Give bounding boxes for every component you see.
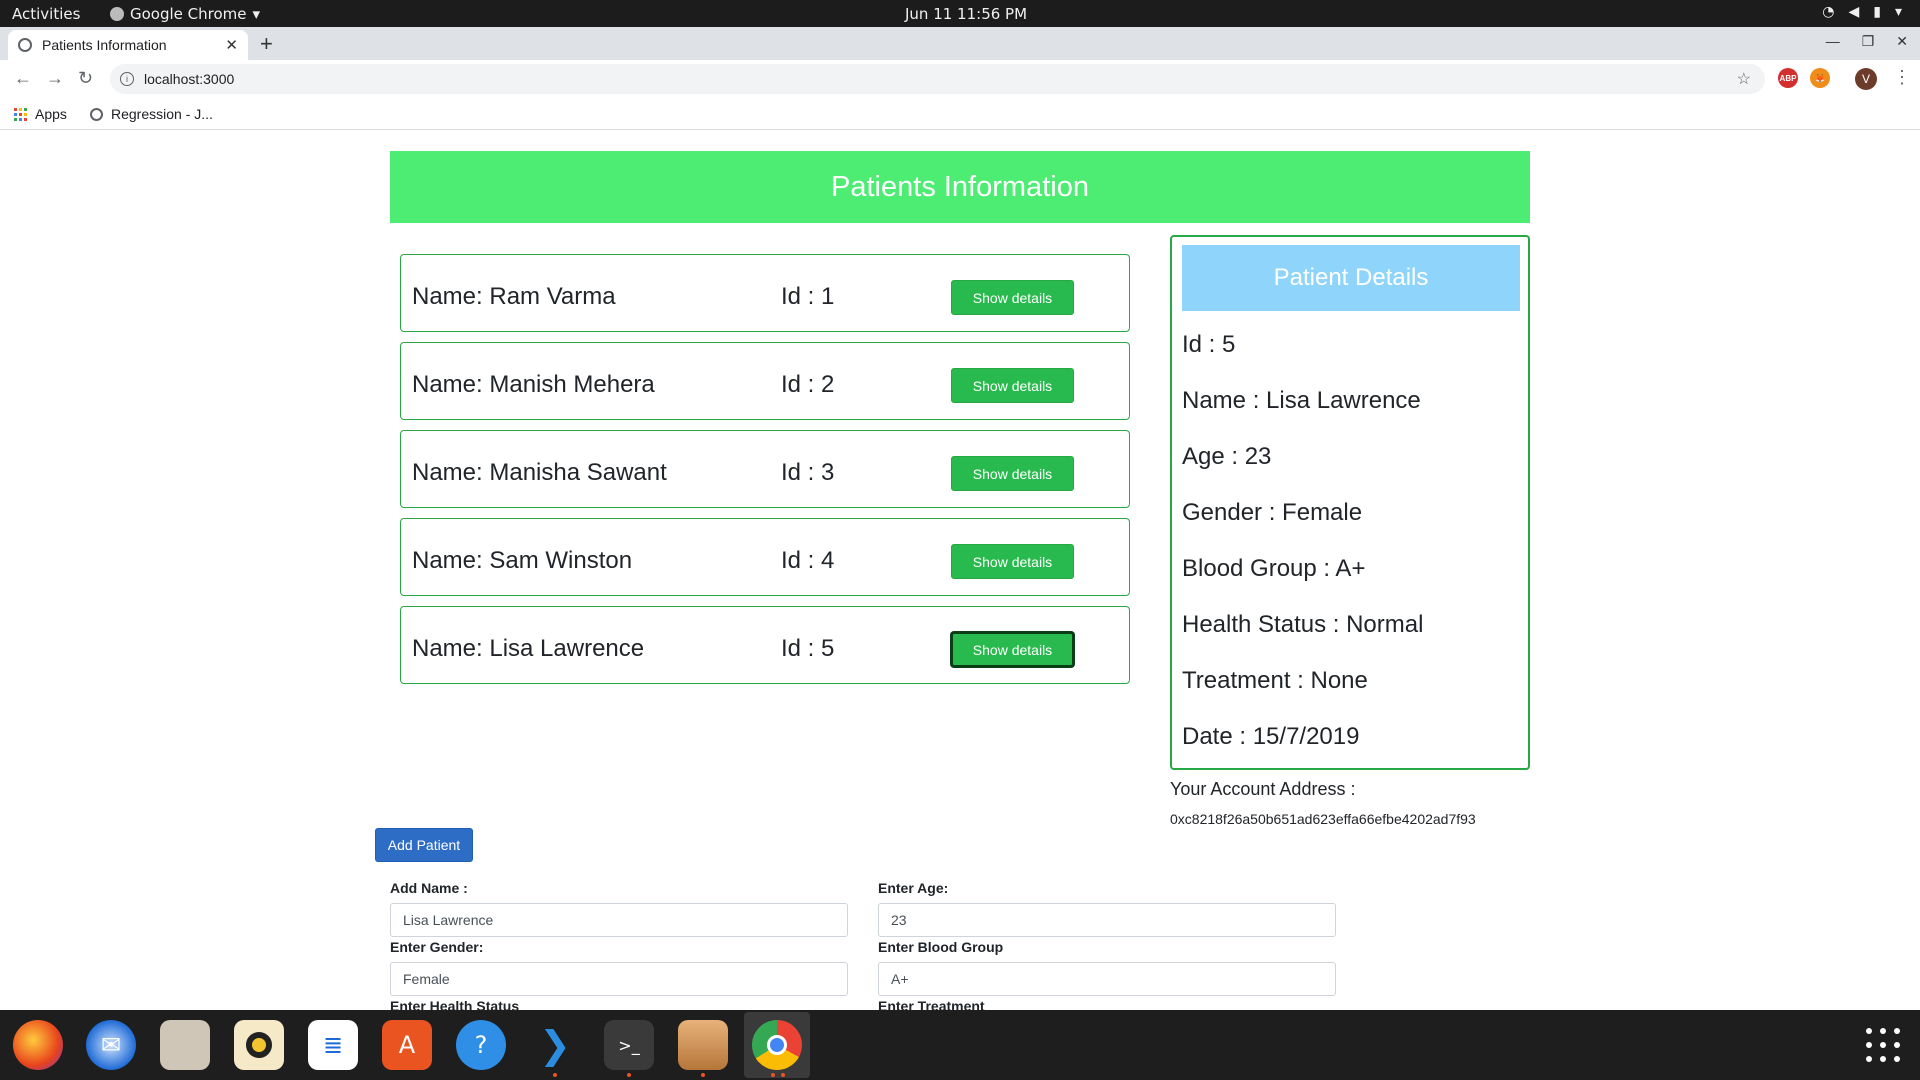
detail-id: Id : 5: [1182, 331, 1236, 358]
bookmark-label: Apps: [35, 106, 67, 122]
app-menu[interactable]: Google Chrome ▾: [110, 5, 260, 23]
close-window-icon[interactable]: ✕: [1896, 33, 1908, 50]
detail-gender: Gender : Female: [1182, 499, 1363, 526]
health-status-label: Enter Health Status: [390, 998, 520, 1010]
thunderbird-icon[interactable]: ✉: [86, 1020, 136, 1070]
back-arrow-icon[interactable]: ←: [14, 68, 32, 89]
files-icon[interactable]: [160, 1020, 210, 1070]
chevron-down-icon: ▾: [252, 5, 261, 23]
account-address-label: Your Account Address :: [1170, 779, 1356, 799]
show-applications-icon[interactable]: [1866, 1028, 1900, 1062]
show-details-button[interactable]: Show details: [951, 368, 1074, 403]
help-icon[interactable]: ?: [456, 1020, 506, 1070]
patient-name: Name: Ram Varma: [412, 283, 616, 310]
detail-date: Date : 15/7/2019: [1182, 723, 1360, 750]
name-field[interactable]: [390, 903, 848, 937]
name-label: Add Name :: [390, 880, 468, 896]
patient-name: Name: Manisha Sawant: [412, 459, 667, 486]
tab-title: Patients Information: [42, 37, 167, 53]
reload-icon[interactable]: ↻: [78, 68, 93, 89]
show-details-button[interactable]: Show details: [951, 632, 1074, 667]
patient-name: Name: Sam Winston: [412, 547, 633, 574]
chrome-icon[interactable]: [752, 1020, 802, 1070]
bookmarks-bar: Apps Regression - J...: [0, 98, 1920, 130]
show-details-button[interactable]: Show details: [951, 544, 1074, 579]
wifi-icon: ◔: [1822, 4, 1835, 20]
chevron-down-icon: ▾: [1894, 4, 1902, 20]
dock: ✉ ≣ A ? ❯ >_: [0, 1010, 1920, 1080]
chrome-small-icon: [110, 7, 124, 21]
minimize-icon[interactable]: —: [1826, 33, 1840, 50]
forward-arrow-icon[interactable]: →: [46, 68, 64, 89]
system-top-bar: Activities Google Chrome ▾ Jun 11 11:56 …: [0, 0, 1920, 27]
add-patient-button[interactable]: Add Patient: [375, 828, 473, 862]
globe-icon: [90, 107, 103, 121]
url-text: localhost:3000: [144, 71, 235, 87]
patient-id: Id : 4: [781, 547, 835, 574]
patient-card: Name: Manisha Sawant Id : 3 Show details: [400, 430, 1130, 508]
tab-patients-information[interactable]: Patients Information ✕: [8, 30, 248, 60]
system-tray[interactable]: ◔ ◀ ▮ ▾: [1822, 4, 1902, 20]
patient-id: Id : 5: [781, 635, 835, 662]
software-icon[interactable]: A: [382, 1020, 432, 1070]
battery-icon: ▮: [1873, 4, 1881, 20]
clock[interactable]: Jun 11 11:56 PM: [905, 5, 1027, 23]
treatment-label: Enter Treatment: [878, 998, 985, 1010]
detail-age: Age : 23: [1182, 443, 1272, 470]
patient-details-panel: Patient Details Id : 5 Name : Lisa Lawre…: [1170, 235, 1530, 770]
app-menu-label: Google Chrome: [130, 5, 247, 23]
close-icon[interactable]: ✕: [225, 36, 238, 54]
show-details-button[interactable]: Show details: [951, 456, 1074, 491]
globe-icon: [18, 38, 32, 52]
detail-name: Name : Lisa Lawrence: [1182, 387, 1421, 414]
age-label: Enter Age:: [878, 880, 949, 896]
page-content: Patients Information Name: Ram Varma Id …: [0, 131, 1920, 1010]
patient-card: Name: Manish Mehera Id : 2 Show details: [400, 342, 1130, 420]
bookmark-apps[interactable]: Apps: [14, 106, 67, 122]
show-details-button[interactable]: Show details: [951, 280, 1074, 315]
account-address-value: 0xc8218f26a50b651ad623effa66efbe4202ad7f…: [1170, 811, 1476, 827]
browser-toolbar: ← → ↻ i localhost:3000 ☆ ABP 🦊 V ⋮: [0, 60, 1920, 98]
patient-name: Name: Manish Mehera: [412, 371, 655, 398]
rhythmbox-icon[interactable]: [234, 1020, 284, 1070]
patient-id: Id : 1: [781, 283, 835, 310]
gender-field[interactable]: [390, 962, 848, 996]
adblock-icon[interactable]: ABP: [1778, 68, 1798, 88]
window-controls: — ❐ ✕: [1826, 33, 1908, 50]
details-title: Patient Details: [1182, 245, 1520, 311]
metamask-icon[interactable]: 🦊: [1810, 68, 1830, 88]
address-bar[interactable]: i localhost:3000 ☆: [110, 64, 1765, 94]
tab-strip: Patients Information ✕ + — ❐ ✕: [0, 27, 1920, 60]
patient-id: Id : 3: [781, 459, 835, 486]
restore-icon[interactable]: ❐: [1862, 33, 1875, 50]
avatar[interactable]: V: [1855, 68, 1877, 90]
activities-button[interactable]: Activities: [12, 5, 80, 23]
patient-card: Name: Ram Varma Id : 1 Show details: [400, 254, 1130, 332]
detail-health-status: Health Status : Normal: [1182, 611, 1424, 638]
volume-icon: ◀: [1848, 4, 1860, 20]
package-icon[interactable]: [678, 1020, 728, 1070]
bookmark-label: Regression - J...: [111, 106, 213, 122]
blood-group-label: Enter Blood Group: [878, 939, 1004, 955]
patient-id: Id : 2: [781, 371, 835, 398]
firefox-icon[interactable]: [13, 1020, 63, 1070]
patient-card: Name: Lisa Lawrence Id : 5 Show details: [400, 606, 1130, 684]
gender-label: Enter Gender:: [390, 939, 484, 955]
blood-group-field[interactable]: [878, 962, 1336, 996]
detail-treatment: Treatment : None: [1182, 667, 1368, 694]
info-icon[interactable]: i: [120, 72, 134, 86]
vscode-icon[interactable]: ❯: [530, 1020, 580, 1070]
age-field[interactable]: [878, 903, 1336, 937]
detail-blood-group: Blood Group : A+: [1182, 555, 1366, 582]
writer-icon[interactable]: ≣: [308, 1020, 358, 1070]
terminal-icon[interactable]: >_: [604, 1020, 654, 1070]
more-menu-icon[interactable]: ⋮: [1893, 67, 1911, 88]
patient-name: Name: Lisa Lawrence: [412, 635, 645, 662]
star-icon[interactable]: ☆: [1737, 69, 1751, 89]
new-tab-button[interactable]: +: [260, 31, 273, 57]
apps-grid-icon: [14, 107, 27, 121]
patient-card: Name: Sam Winston Id : 4 Show details: [400, 518, 1130, 596]
page-header: Patients Information: [390, 151, 1530, 223]
bookmark-regression[interactable]: Regression - J...: [90, 106, 213, 122]
